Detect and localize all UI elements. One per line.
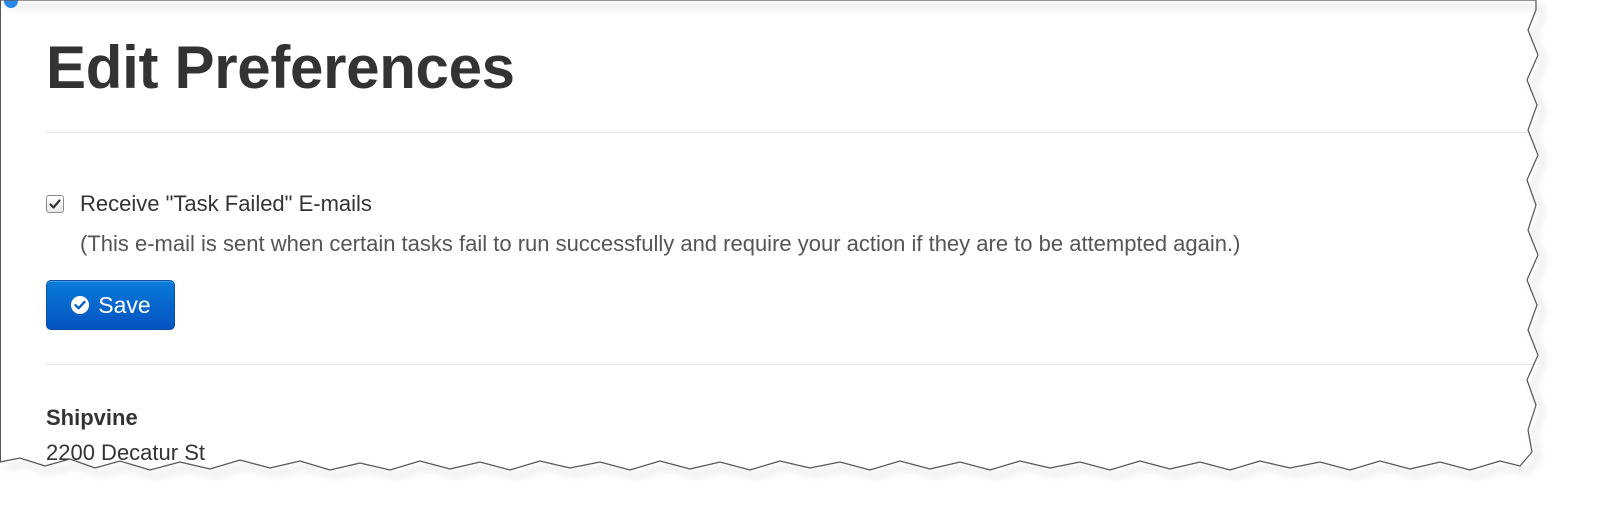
checkmark-icon (49, 199, 61, 209)
page-title: Edit Preferences (46, 34, 515, 101)
footer-divider (46, 364, 1536, 365)
task-failed-label[interactable]: Receive "Task Failed" E-mails (80, 191, 372, 217)
save-button-label: Save (98, 291, 151, 318)
title-divider (46, 132, 1536, 133)
cursor-indicator (4, 0, 18, 8)
check-circle-icon (70, 295, 90, 315)
task-failed-preference: Receive "Task Failed" E-mails (46, 190, 372, 218)
company-name: Shipvine (46, 405, 138, 430)
task-failed-checkbox[interactable] (46, 195, 64, 213)
page-content: Edit Preferences Receive "Task Failed" E… (0, 0, 1615, 515)
save-button[interactable]: Save (46, 280, 175, 330)
company-street: 2200 Decatur St (46, 440, 205, 465)
task-failed-note: (This e-mail is sent when certain tasks … (80, 231, 1241, 256)
